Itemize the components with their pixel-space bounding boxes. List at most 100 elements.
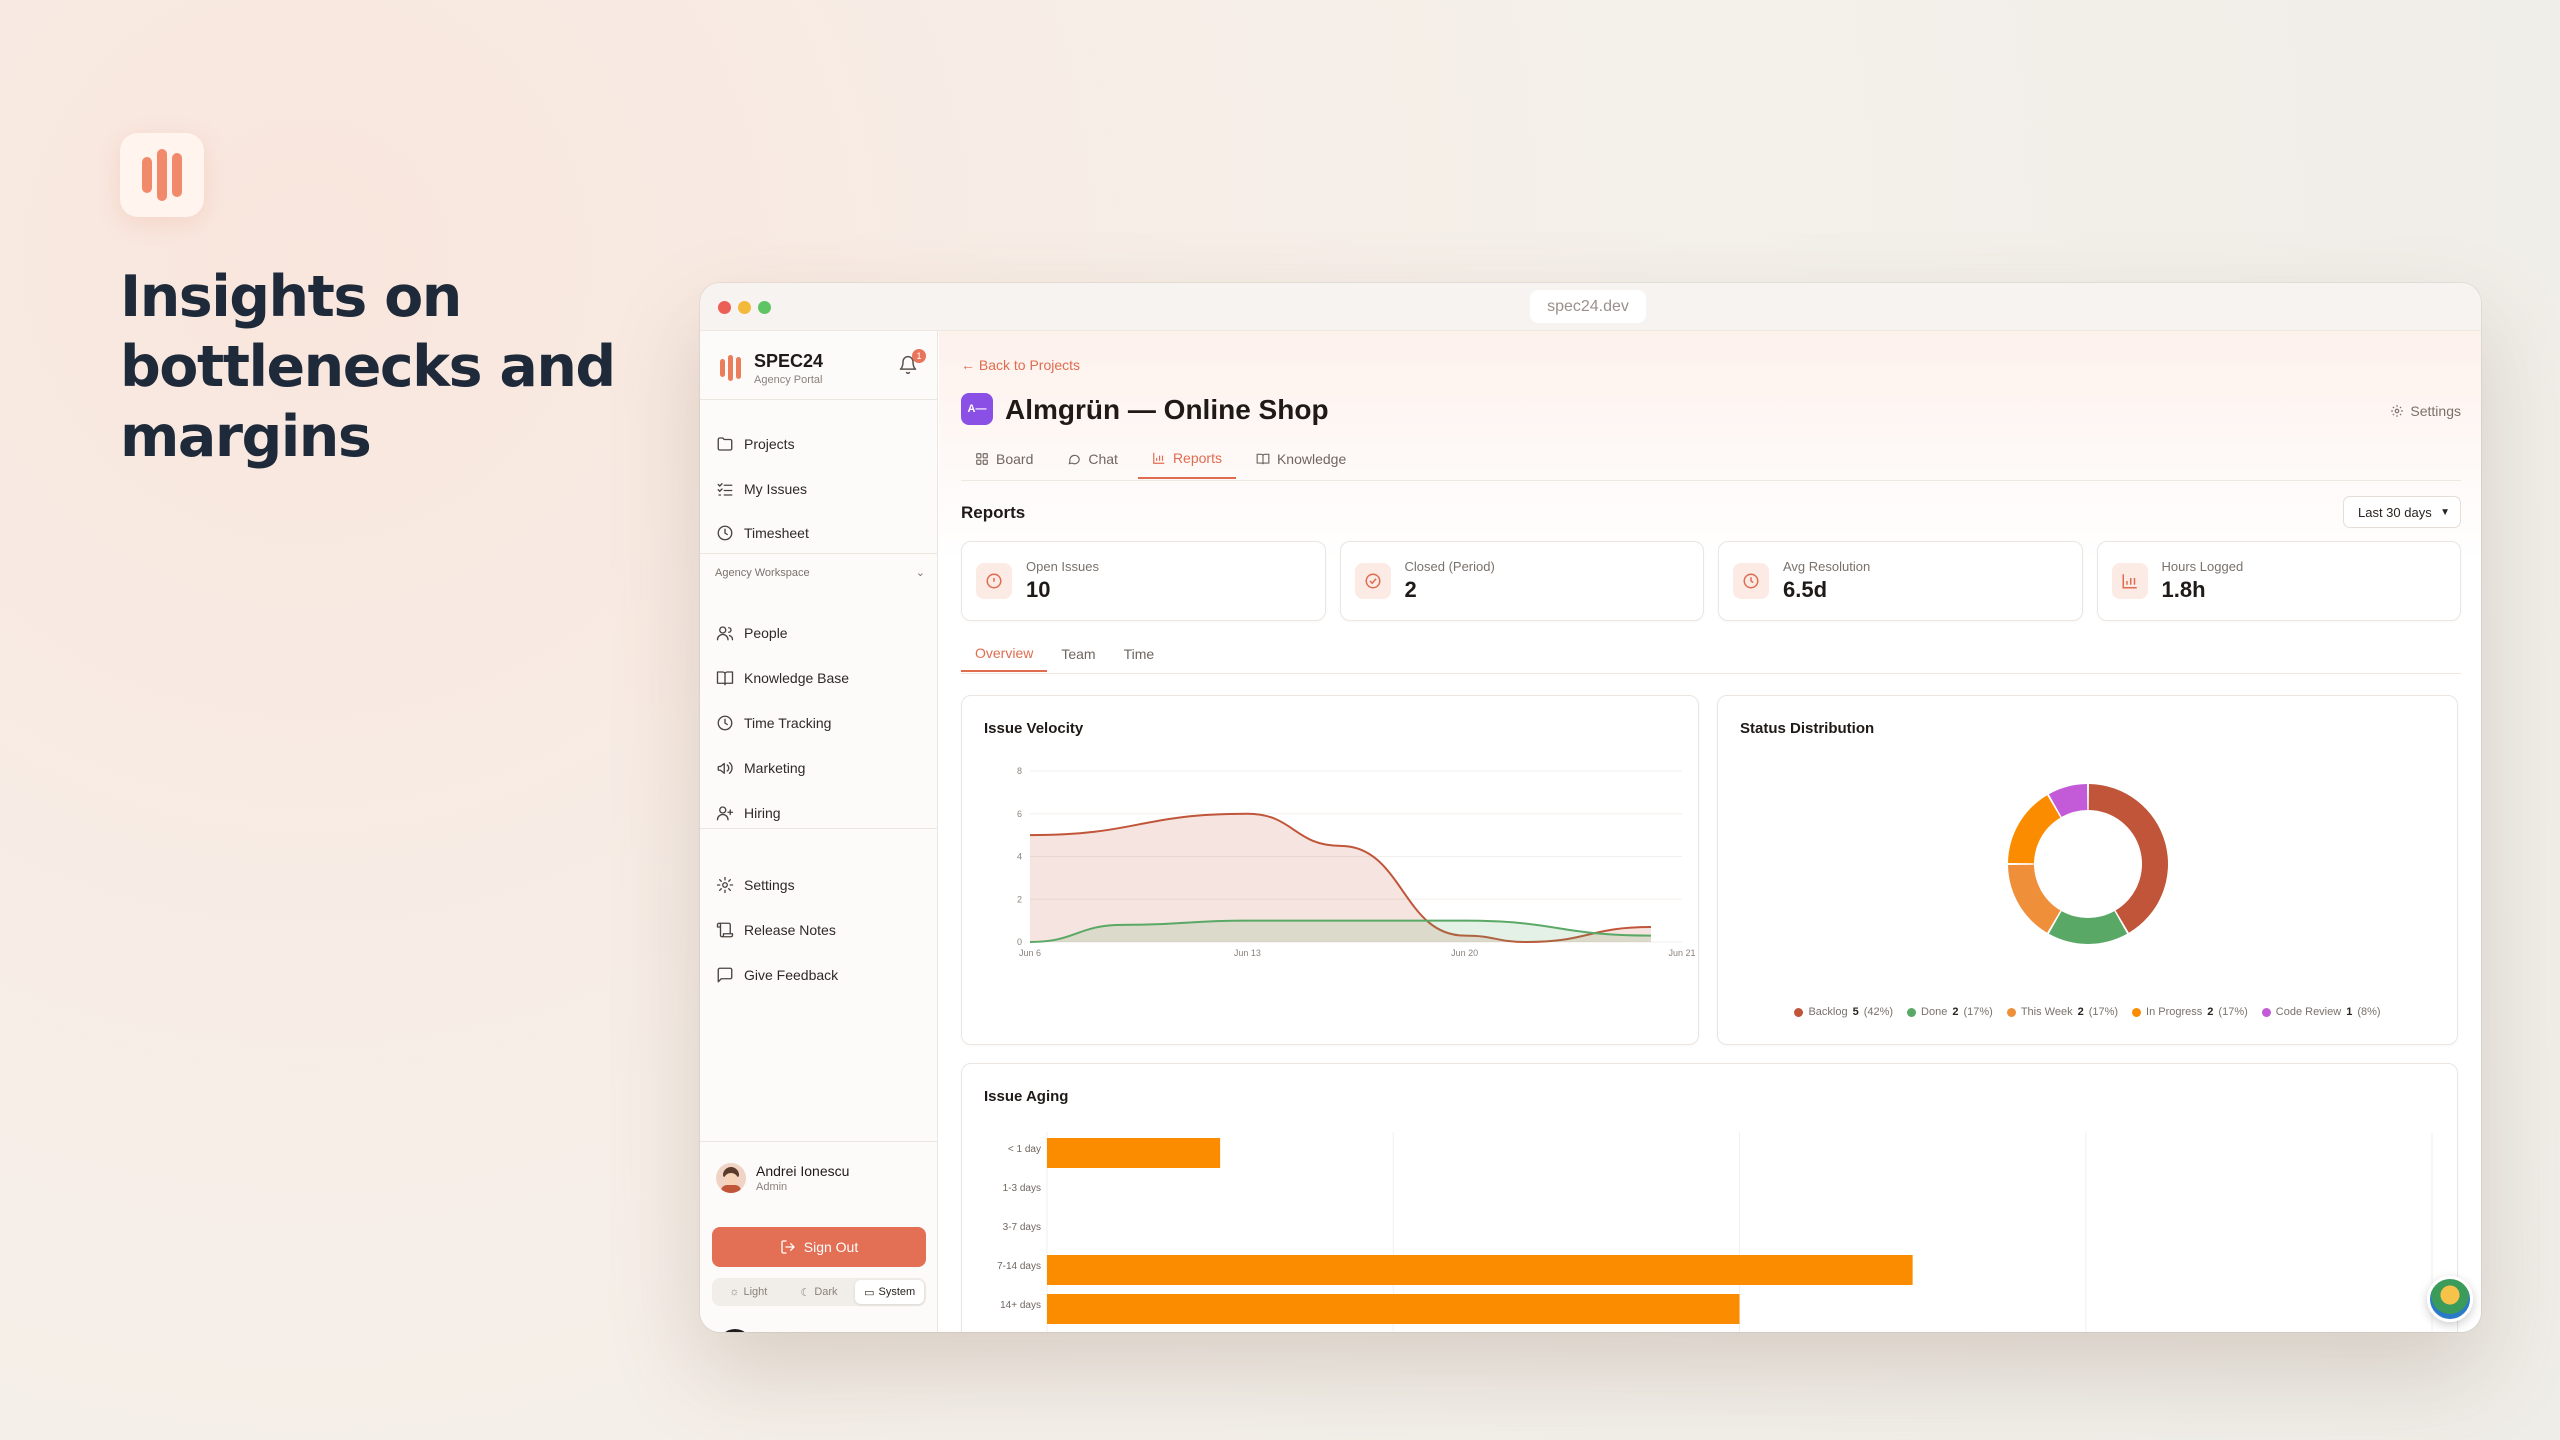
close-window-button[interactable] [718, 301, 731, 314]
tab-board[interactable]: Board [961, 439, 1047, 479]
stat-card-avg-resolution: Avg Resolution 6.5d [1718, 541, 2083, 621]
y-tick-label: 1-3 days [1003, 1183, 1041, 1194]
book-icon [716, 671, 734, 686]
y-tick-label: 4 [1017, 852, 1022, 862]
maximize-window-button[interactable] [758, 301, 771, 314]
users-icon [716, 626, 734, 641]
legend-dot [2261, 1007, 2271, 1017]
sidebar-item-release-notes[interactable]: Release Notes [714, 913, 924, 947]
legend-count: 2 [2207, 1006, 2214, 1018]
sidebar-item-marketing[interactable]: Marketing [714, 751, 924, 785]
tab-team[interactable]: Team [1047, 636, 1109, 672]
sidebar-item-hiring[interactable]: Hiring [714, 796, 924, 830]
y-tick-label: 3-7 days [1003, 1222, 1041, 1233]
sidebar-item-label: Hiring [744, 805, 781, 821]
pie-slice-in-progress[interactable] [2008, 795, 2061, 864]
grid-icon [976, 453, 988, 465]
date-range-select[interactable]: Last 30 days ▼ [2343, 496, 2461, 528]
assistant-launcher-button[interactable] [2427, 1276, 2473, 1322]
stat-label: Avg Resolution [1783, 559, 1871, 574]
hero-logo [120, 133, 204, 217]
pie-slice-backlog[interactable] [2088, 784, 2168, 933]
notifications-button[interactable]: 1 [898, 349, 926, 379]
main-content: ← Back to Projects A— Almgrün — Online S… [939, 331, 2481, 1332]
y-tick-label: < 1 day [1008, 1144, 1041, 1155]
legend-dot [1794, 1007, 1804, 1017]
tab-knowledge[interactable]: Knowledge [1242, 439, 1360, 479]
sidebar-item-label: Release Notes [744, 922, 836, 938]
tab-label: Knowledge [1276, 451, 1347, 467]
sidebar-item-people[interactable]: People [714, 616, 924, 650]
clock-icon [717, 715, 733, 731]
project-tabs: Board Chat Reports Knowledge [961, 439, 2461, 481]
sidebar-item-knowledge-base[interactable]: Knowledge Base [714, 661, 924, 695]
stat-cards: Open Issues 10 Closed (Period) 2 Avg Resol… [961, 541, 2461, 621]
clock-icon [717, 525, 733, 541]
stat-card-open-issues: Open Issues 10 [961, 541, 1326, 621]
user-profile[interactable]: Andrei Ionescu Admin [716, 1163, 849, 1193]
user-name: Andrei Ionescu [756, 1163, 850, 1179]
stat-card-hours-logged: Hours Logged 1.8h [2096, 541, 2461, 621]
sign-out-button[interactable]: Sign Out [712, 1227, 926, 1267]
chat-icon [1068, 454, 1081, 465]
legend-label: Done [1921, 1006, 1948, 1018]
sidebar-item-label: Marketing [744, 760, 806, 776]
url-bar[interactable]: spec24.dev [1530, 290, 1646, 323]
legend-count: 5 [1852, 1006, 1859, 1018]
y-tick-label: 8 [1017, 766, 1022, 776]
workspace-avatar[interactable]: N [718, 1329, 752, 1332]
chart-title: Issue Aging [984, 1088, 1069, 1105]
gear-icon [2391, 405, 2404, 417]
minimize-window-button[interactable] [738, 301, 751, 314]
notification-count-badge: 1 [912, 349, 926, 363]
theme-option-system[interactable]: ▭ System [855, 1280, 925, 1304]
issue-aging-card: Issue Aging < 1 day 1-3 days 3-7 days 7-14 … [961, 1063, 2458, 1332]
sidebar-item-settings[interactable]: Settings [714, 868, 924, 902]
project-settings-button[interactable]: Settings [2390, 403, 2461, 419]
y-tick-label: 0 [1017, 937, 1022, 947]
theme-option-dark[interactable]: ☾ Dark [785, 1280, 854, 1304]
sidebar-item-time-tracking[interactable]: Time Tracking [714, 706, 924, 740]
folder-icon [717, 437, 733, 451]
aging-bar[interactable] [1047, 1255, 1913, 1285]
sidebar-item-label: Projects [744, 436, 795, 452]
hero-title: Insights on bottlenecks and margins [120, 264, 616, 470]
sidebar-item-projects[interactable]: Projects [714, 427, 924, 461]
legend-label: In Progress [2146, 1006, 2203, 1018]
chevron-down-icon: ▼ [2440, 506, 2450, 518]
sidebar-item-give-feedback[interactable]: Give Feedback [714, 958, 924, 992]
date-range-value: Last 30 days [2358, 504, 2432, 520]
window-titlebar: spec24.dev [700, 283, 2481, 331]
stat-card-closed: Closed (Period) 2 [1339, 541, 1704, 621]
brand[interactable]: SPEC24 Agency Portal [718, 345, 823, 391]
legend-percent: (8%) [2357, 1006, 2381, 1018]
tab-reports[interactable]: Reports [1137, 439, 1236, 479]
chevron-down-icon: ⌄ [915, 567, 925, 579]
pie-slice-this-week[interactable] [2008, 864, 2061, 933]
theme-option-light[interactable]: ☼ Light [714, 1280, 783, 1304]
sidebar-item-label: Give Feedback [744, 967, 839, 983]
legend-item: This Week 2 (17%) [2006, 1006, 2118, 1018]
legend-percent: (17%) [2218, 1006, 2248, 1018]
x-tick-label: Jun 6 [1019, 948, 1041, 958]
sidebar-item-timesheet[interactable]: Timesheet [714, 516, 924, 550]
y-tick-label: 6 [1017, 809, 1022, 819]
sidebar-item-my-issues[interactable]: My Issues [714, 472, 924, 506]
brand-name: SPEC24 [754, 350, 824, 371]
tab-time[interactable]: Time [1110, 636, 1169, 672]
back-to-projects-link[interactable]: ← Back to Projects [961, 357, 1080, 373]
tab-overview[interactable]: Overview [961, 636, 1048, 672]
pie-slice-done[interactable] [2048, 911, 2128, 944]
legend-dot [2132, 1007, 2142, 1017]
aging-bar[interactable] [1047, 1294, 1740, 1324]
tab-chat[interactable]: Chat [1053, 439, 1132, 479]
legend-label: This Week [2020, 1006, 2073, 1018]
workspace-section-toggle[interactable]: Agency Workspace ⌄ [715, 566, 925, 580]
tab-label: Chat [1088, 451, 1118, 467]
sidebar-item-label: My Issues [744, 481, 808, 497]
stat-label: Hours Logged [2161, 559, 2244, 574]
aging-bar[interactable] [1047, 1138, 1221, 1168]
section-label: Agency Workspace [715, 566, 810, 579]
chart-title: Status Distribution [1740, 720, 1875, 737]
issue-velocity-chart: 0 2 4 6 8 Jun 6 Jun 13 Jun 20 Jun 21 [1017, 766, 1696, 958]
